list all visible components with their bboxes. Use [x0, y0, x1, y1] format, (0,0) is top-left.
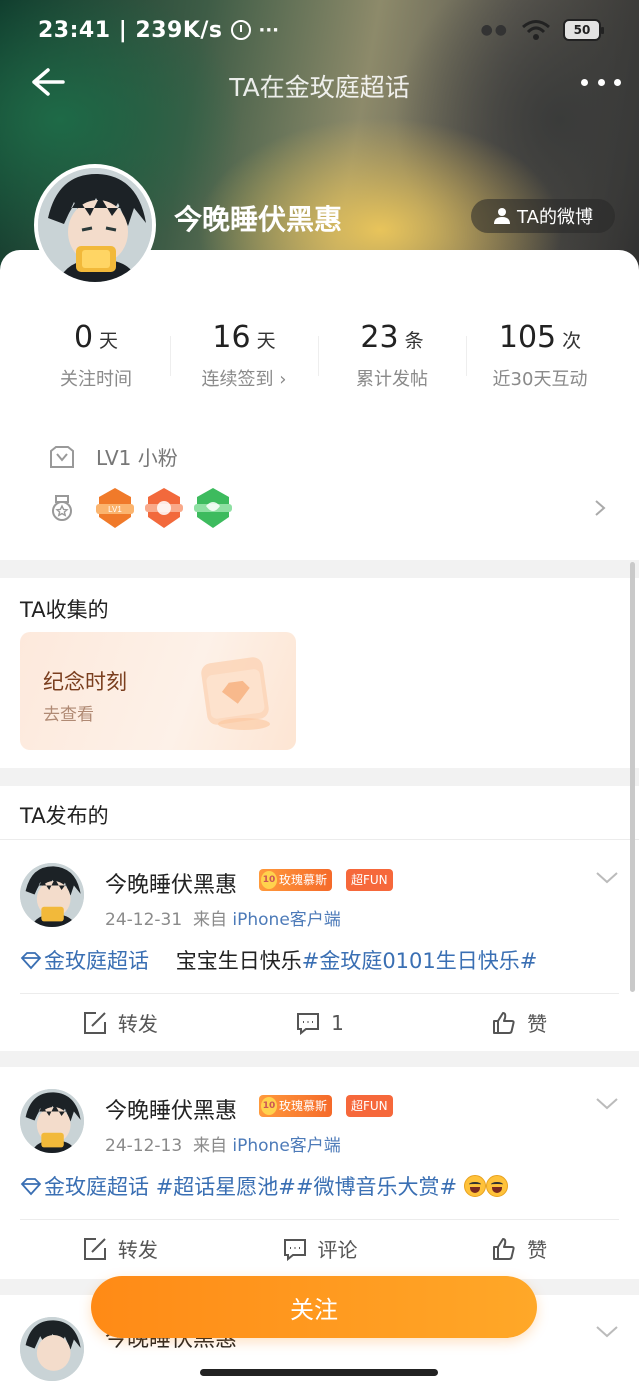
home-indicator — [200, 1369, 438, 1376]
super-fun-tag: 超FUN — [346, 869, 393, 891]
post-card[interactable]: 今晚睡伏黑惠 玫瑰慕斯 超FUN 24-12-13 来自 iPhone客户端 金… — [0, 1067, 639, 1279]
rose-fan-tag: 玫瑰慕斯 — [259, 1095, 333, 1117]
chevron-down-icon[interactable] — [595, 1325, 619, 1339]
thumbs-up-icon — [493, 1237, 515, 1260]
wifi-icon — [522, 20, 550, 40]
laugh-cry-emoji-icon — [485, 1175, 508, 1197]
hashtag-link[interactable]: #金玫庭0101生日快乐# — [302, 949, 538, 973]
comment-icon — [283, 1238, 306, 1261]
svg-text:LV1: LV1 — [108, 505, 122, 514]
more-status-icon: ··· — [258, 19, 280, 41]
laugh-cry-emoji-icon — [463, 1175, 486, 1197]
post-actions: 转发 1 赞 — [20, 993, 619, 1051]
published-header: TA发布的 — [0, 786, 639, 840]
post-meta: 24-12-13 来自 iPhone客户端 — [105, 1136, 341, 1156]
post-text: 宝宝生日快乐 — [175, 949, 302, 973]
stat-follow-days: 0天 关注时间 — [60, 320, 132, 390]
level-row: LV1 小粉 — [48, 442, 178, 471]
person-icon — [494, 208, 511, 224]
post-avatar[interactable] — [20, 863, 84, 927]
like-button[interactable]: 赞 — [419, 1008, 619, 1037]
alarm-icon — [230, 20, 251, 40]
status-time: 23:41 | 239K/s — [38, 17, 223, 43]
memorial-view-link: 去查看 — [43, 705, 94, 725]
post-card[interactable]: 今晚睡伏黑惠 玫瑰慕斯 超FUN 24-12-31 来自 iPhone客户端 金… — [0, 841, 639, 1051]
status-bar: 23:41 | 239K/s ··· ●● 50 — [0, 0, 639, 60]
stat-interactions: 105 次 近30天互动 — [466, 320, 614, 400]
post-content: 金玫庭超话 #超话星愿池##微博音乐大赏# — [20, 1171, 508, 1201]
collected-section: TA收集的 纪念时刻 去查看 — [0, 578, 639, 768]
post-author[interactable]: 今晚睡伏黑惠 — [105, 867, 237, 899]
stat-post-count: 23 条 累计发帖 — [318, 320, 466, 400]
diamond-icon — [20, 1178, 42, 1196]
post-author[interactable]: 今晚睡伏黑惠 — [105, 1093, 237, 1125]
published-title: TA发布的 — [20, 804, 109, 828]
thumbs-up-icon — [493, 1011, 515, 1034]
calendar-gem-icon — [201, 657, 270, 730]
chevron-down-icon[interactable] — [595, 871, 619, 885]
fan-level-icon — [50, 445, 74, 468]
super-topic-link[interactable]: 金玫庭超话 — [20, 949, 156, 973]
memorial-moments-card[interactable]: 纪念时刻 去查看 — [20, 632, 296, 750]
post-actions: 转发 评论 赞 — [20, 1219, 619, 1277]
ta-weibo-label: TA的微博 — [517, 207, 593, 228]
comment-button[interactable]: 评论 — [220, 1234, 420, 1263]
comment-button[interactable]: 1 — [220, 1010, 420, 1036]
memorial-title: 纪念时刻 — [43, 670, 127, 694]
repost-icon — [83, 1011, 106, 1034]
green-badge-icon — [194, 488, 232, 528]
page-title: TA在金玫庭超话 — [229, 73, 410, 102]
post-divider — [0, 1051, 639, 1067]
stat-checkin-days[interactable]: 16 天 连续签到 › — [170, 320, 318, 400]
ta-weibo-button[interactable]: TA的微博 — [471, 199, 615, 233]
stats-row: 0天 关注时间 16 天 连续签到 › 23 条 累计发帖 105 次 近30天互动 — [0, 320, 639, 400]
diamond-icon — [20, 952, 42, 970]
post-avatar[interactable] — [20, 1317, 84, 1381]
scrollbar[interactable] — [630, 562, 635, 992]
repost-button[interactable]: 转发 — [20, 1008, 220, 1037]
battery-icon: 50 — [563, 19, 604, 41]
follow-button[interactable]: 关注 — [91, 1276, 537, 1338]
super-topic-link[interactable]: 金玫庭超话 — [20, 1175, 156, 1199]
nav-bar: TA在金玫庭超话 — [0, 60, 639, 104]
repost-icon — [83, 1237, 106, 1260]
badge-row[interactable]: LV1 — [48, 486, 608, 530]
collected-title: TA收集的 — [20, 598, 109, 622]
signal-icon: ●● — [480, 22, 509, 38]
comment-icon — [297, 1012, 320, 1035]
post-avatar[interactable] — [20, 1089, 84, 1153]
profile-username: 今晚睡伏黑惠 — [174, 203, 343, 236]
post-meta: 24-12-31 来自 iPhone客户端 — [105, 910, 341, 930]
super-fun-tag: 超FUN — [346, 1095, 393, 1117]
rose-badge-icon — [145, 488, 183, 528]
rose-fan-tag: 玫瑰慕斯 — [259, 869, 333, 891]
lv1-badge-icon: LV1 — [96, 488, 134, 528]
hashtag-link[interactable]: #超话星愿池##微博音乐大赏# — [156, 1175, 457, 1199]
like-button[interactable]: 赞 — [419, 1234, 619, 1263]
chevron-down-icon[interactable] — [595, 1097, 619, 1111]
medal-icon — [52, 495, 72, 521]
more-options-icon[interactable] — [581, 68, 621, 96]
fan-level-label: LV1 小粉 — [96, 446, 178, 470]
profile-avatar[interactable] — [34, 164, 156, 286]
post-content: 金玫庭超话 宝宝生日快乐#金玫庭0101生日快乐# — [20, 945, 537, 975]
chevron-right-icon[interactable] — [592, 498, 608, 518]
profile-card: 0天 关注时间 16 天 连续签到 › 23 条 累计发帖 105 次 近30天互动 … — [0, 250, 639, 560]
repost-button[interactable]: 转发 — [20, 1234, 220, 1263]
